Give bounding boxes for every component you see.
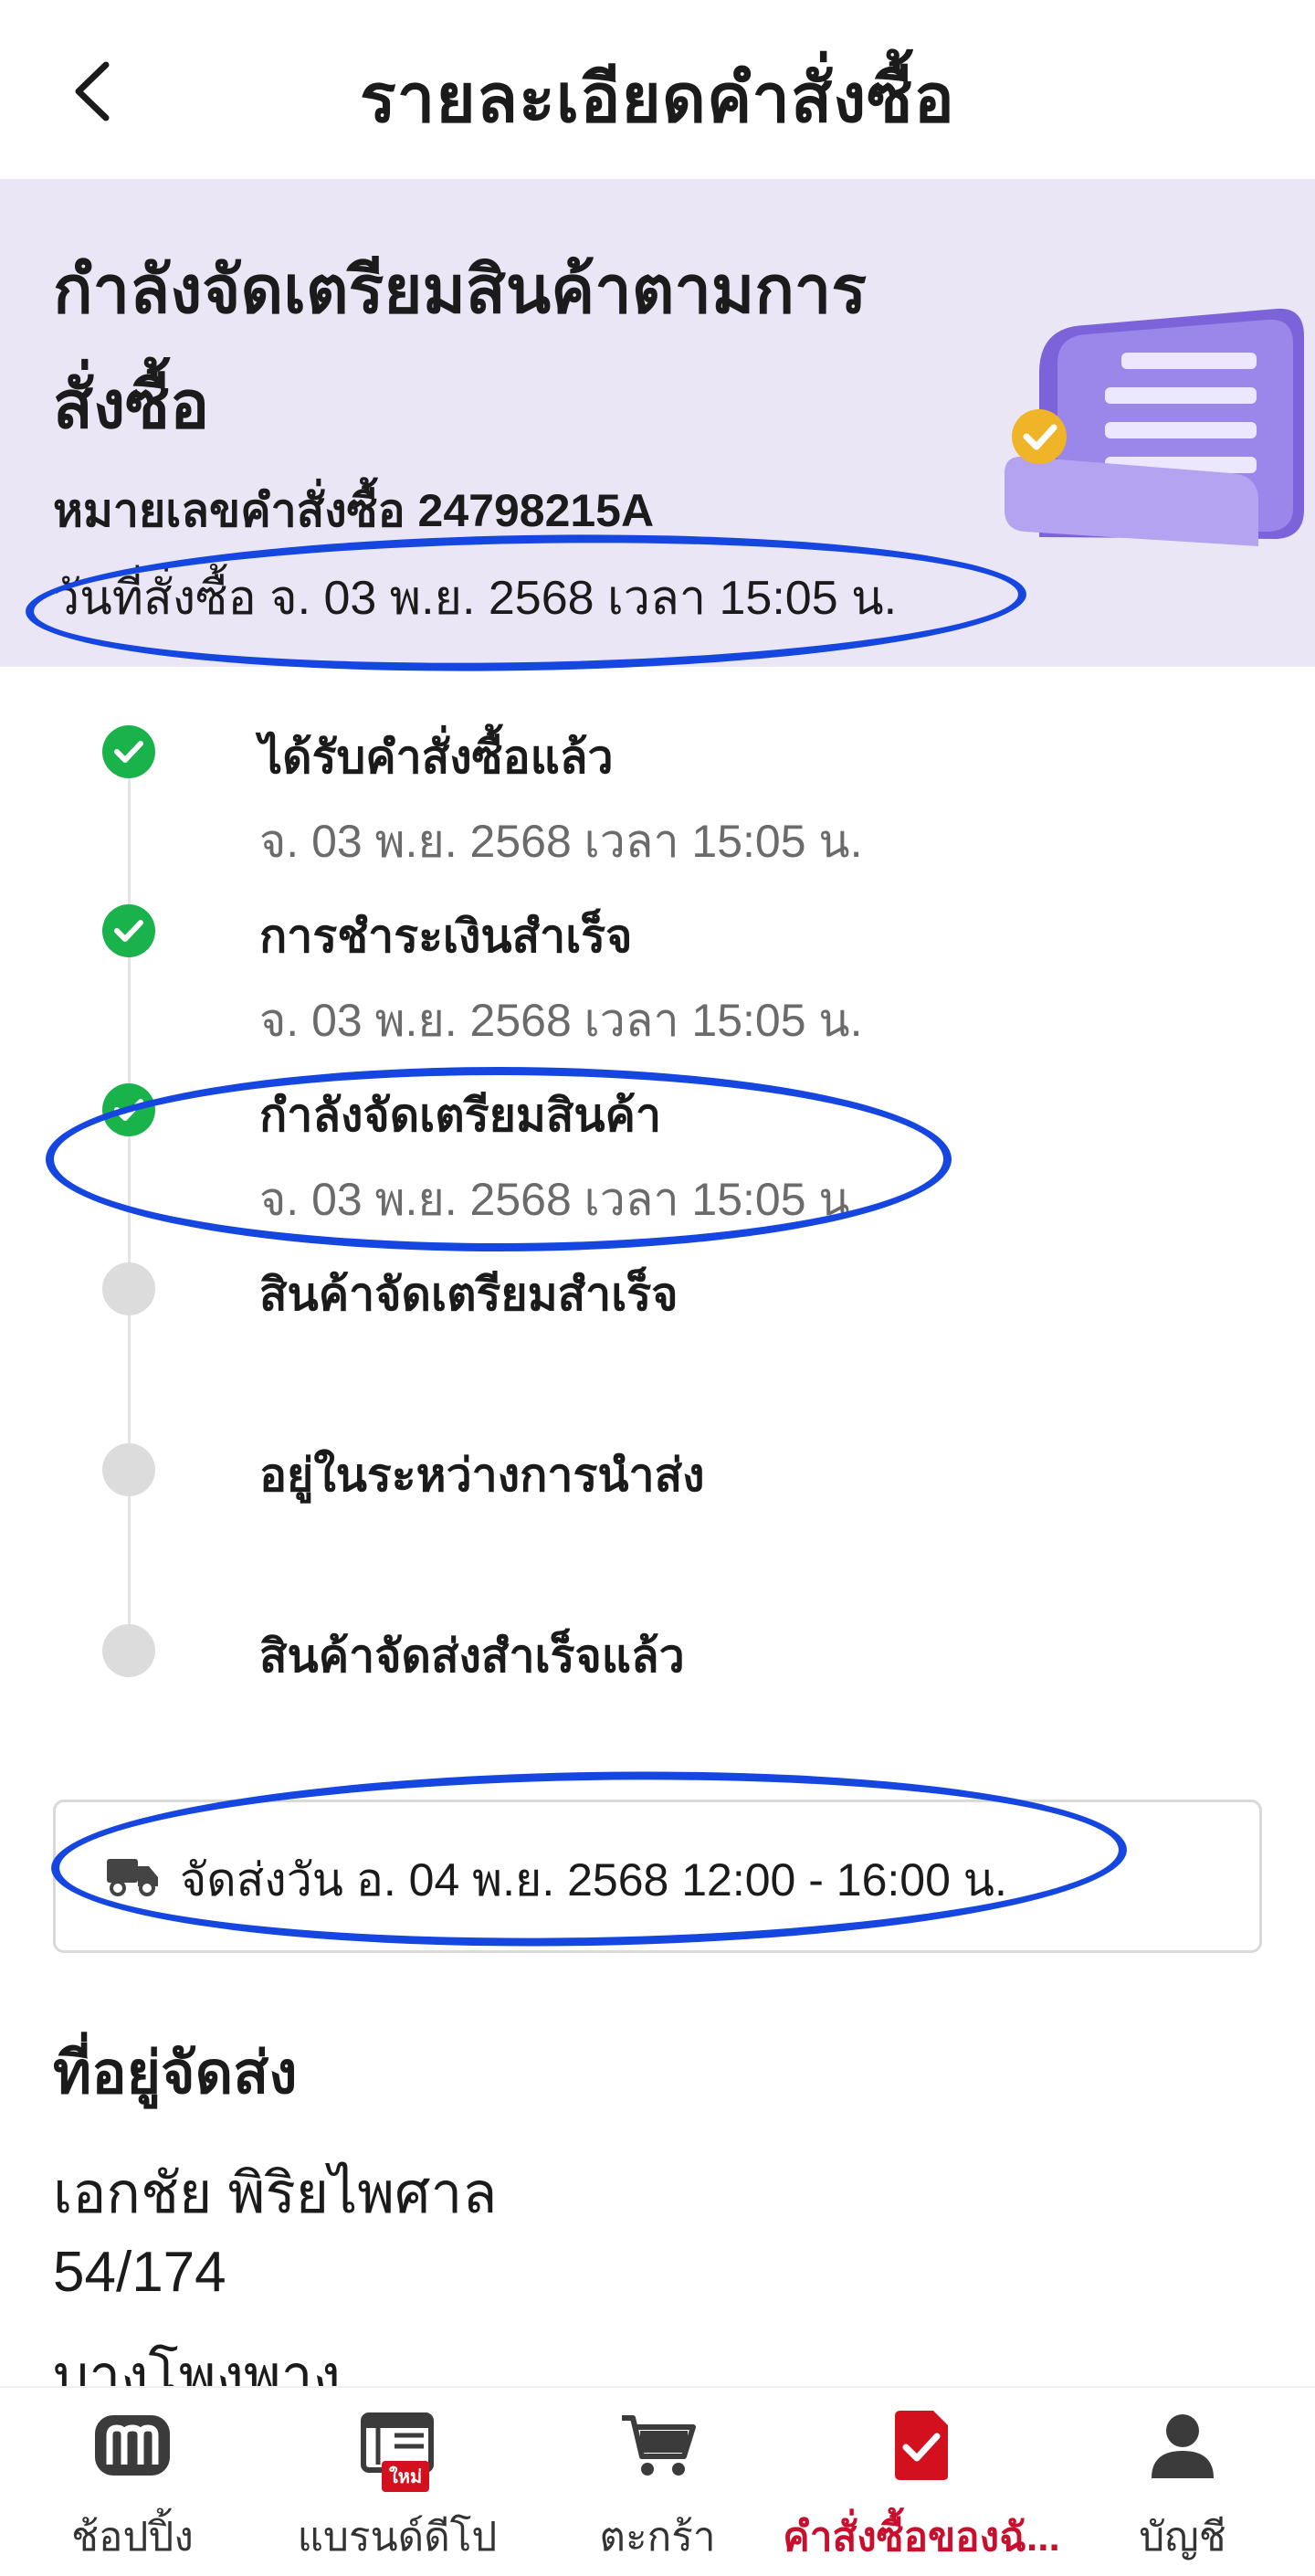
nav-label: บัญชี: [1139, 2515, 1226, 2560]
account-icon: [1141, 2406, 1224, 2485]
address-line: 54/174: [53, 2241, 226, 2304]
shop-m-icon: [91, 2406, 174, 2485]
recipient-name: เอกชัย พิริยไพศาล: [53, 2162, 498, 2225]
step-pending-indicator: [102, 1624, 155, 1677]
app-header: รายละเอียดคำสั่งซื้อ: [0, 0, 1315, 179]
step-label: กำลังจัดเตรียมสินค้า: [259, 1090, 662, 1141]
step-label: สินค้าจัดเตรียมสำเร็จ: [259, 1269, 679, 1320]
order-number: 24798215A: [417, 485, 655, 536]
timeline-track: [128, 758, 131, 1653]
address-heading: ที่อยู่จัดส่ง: [53, 2040, 298, 2106]
store-new-icon: ใหม่: [356, 2406, 438, 2492]
truck-icon: [107, 1859, 158, 1896]
page-title: รายละเอียดคำสั่งซื้อ: [360, 60, 955, 136]
delivery-slot-text: จัดส่งวัน อ. 04 พ.ย. 2568 12:00 - 16:00 …: [180, 1854, 1007, 1906]
nav-label: แบรนด์ดีโป: [297, 2515, 498, 2560]
step-time: จ. 03 พ.ย. 2568 เวลา 15:05 น.: [259, 1174, 863, 1225]
new-badge: ใหม่: [382, 2461, 430, 2492]
nav-label: ช้อปปิ้ง: [71, 2515, 194, 2560]
order-number-label: หมายเลขคำสั่งซื้อ: [53, 485, 405, 536]
order-status-title: กำลังจัดเตรียมสินค้าตามการสั่งซื้อ: [53, 254, 868, 442]
nav-item-my-orders[interactable]: คำสั่งซื้อของฉั...: [778, 2388, 1065, 2576]
order-check-icon: [880, 2406, 963, 2485]
receipt-illustration: [1005, 308, 1304, 546]
nav-label: ตะกร้า: [599, 2515, 716, 2560]
nav-label: คำสั่งซื้อของฉั...: [783, 2515, 1060, 2560]
step-pending-indicator: [102, 1262, 155, 1315]
nav-item-shopping[interactable]: ช้อปปิ้ง: [37, 2388, 228, 2576]
order-date: จ. 03 พ.ย. 2568 เวลา 15:05 น.: [269, 572, 898, 625]
check-icon: [114, 741, 143, 763]
nav-item-account[interactable]: บัญชี: [1096, 2388, 1269, 2576]
step-done-indicator: [102, 1083, 155, 1136]
step-done-indicator: [102, 904, 155, 957]
step-label: การชำระเงินสำเร็จ: [259, 911, 633, 962]
order-date-line: วันที่สั่งซื้อ จ. 03 พ.ย. 2568 เวลา 15:0…: [53, 559, 897, 635]
step-time: จ. 03 พ.ย. 2568 เวลา 15:05 น.: [259, 816, 863, 867]
step-pending-indicator: [102, 1443, 155, 1496]
step-label: อยู่ในระหว่างการนำส่ง: [259, 1450, 705, 1501]
check-icon: [114, 920, 143, 942]
cart-icon: [616, 2406, 699, 2485]
step-time: จ. 03 พ.ย. 2568 เวลา 15:05 น.: [259, 995, 863, 1046]
order-number-line: หมายเลขคำสั่งซื้อ 24798215A: [53, 475, 654, 547]
nav-item-brand-depot[interactable]: ใหม่ แบรนด์ดีโป: [292, 2388, 502, 2576]
step-label: สินค้าจัดส่งสำเร็จแล้ว: [259, 1631, 685, 1682]
step-label: ได้รับคำสั่งซื้อแล้ว: [259, 732, 614, 783]
step-done-indicator: [102, 725, 155, 778]
delivery-slot-box: จัดส่งวัน อ. 04 พ.ย. 2568 12:00 - 16:00 …: [53, 1800, 1262, 1953]
bottom-navigation: ช้อปปิ้ง ใหม่ แบรนด์ดีโป ตะกร้า คำสั่งซื…: [0, 2386, 1315, 2576]
check-icon: [114, 1099, 143, 1121]
order-date-label: วันที่สั่งซื้อ: [53, 572, 257, 625]
nav-item-cart[interactable]: ตะกร้า: [566, 2388, 749, 2576]
